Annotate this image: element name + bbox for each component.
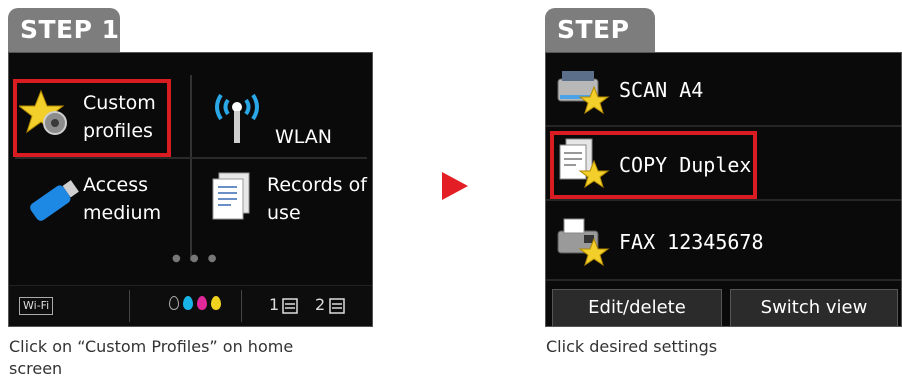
edit-delete-button[interactable]: Edit/delete (552, 289, 722, 326)
records-document-icon (212, 172, 250, 220)
grid-divider-horizontal (15, 157, 367, 159)
grid-divider-vertical (190, 75, 192, 261)
ink-drop-cyan-icon (183, 296, 193, 310)
custom-profiles-highlight (13, 79, 171, 157)
fax-profile-label: FAX 12345678 (619, 230, 764, 254)
wlan-antenna-icon (215, 93, 259, 143)
home-screen: Custom profiles WLAN Access medium Recor… (8, 52, 373, 327)
wifi-status-badge: Wi-Fi (19, 297, 54, 315)
copy-profile-highlight (550, 131, 757, 199)
wlan-label: WLAN (275, 126, 333, 148)
tray-1-label: 1 (269, 295, 280, 314)
access-medium-label: Access medium (83, 174, 162, 224)
tray-2-label: 2 (315, 295, 326, 314)
profile-row-scan[interactable]: SCAN A4 (546, 53, 901, 127)
status-separator (241, 290, 242, 322)
records-of-use-tile[interactable]: Records of use (195, 161, 367, 239)
step-1-caption: Click on “Custom Profiles” on home scree… (9, 337, 294, 378)
custom-profiles-screen: SCAN A4 COPY Duplex FAX 12345678 Edit/de… (545, 52, 902, 327)
step-2-caption: Click desired settings (546, 337, 718, 356)
wlan-tile[interactable]: WLAN (195, 79, 367, 157)
next-step-arrow-icon (442, 172, 468, 200)
access-medium-tile[interactable]: Access medium (13, 161, 185, 239)
step-1-tab: STEP 1 (8, 8, 120, 52)
ink-drop-black-icon (169, 296, 179, 310)
paper-tray-2-icon (329, 298, 345, 314)
scan-profile-label: SCAN A4 (619, 78, 704, 102)
records-of-use-label: Records of use (267, 174, 367, 224)
two-step-instructions: STEP 1 Custom profiles WLAN Access mediu… (0, 0, 902, 379)
status-separator (129, 290, 130, 322)
ink-drop-magenta-icon (197, 296, 207, 310)
step-2-tab: STEP 2 (545, 8, 655, 88)
ink-drop-yellow-icon (211, 296, 221, 310)
fax-star-icon (557, 218, 610, 267)
status-bar: Wi-Fi 1 2 (9, 285, 372, 326)
usb-drive-icon (30, 180, 79, 221)
paper-tray-1-icon (282, 298, 298, 314)
scanner-star-icon (557, 71, 610, 115)
switch-view-button[interactable]: Switch view (730, 289, 898, 326)
profile-row-fax[interactable]: FAX 12345678 (546, 201, 901, 281)
page-indicator-dots: ● ● ● (172, 253, 220, 264)
